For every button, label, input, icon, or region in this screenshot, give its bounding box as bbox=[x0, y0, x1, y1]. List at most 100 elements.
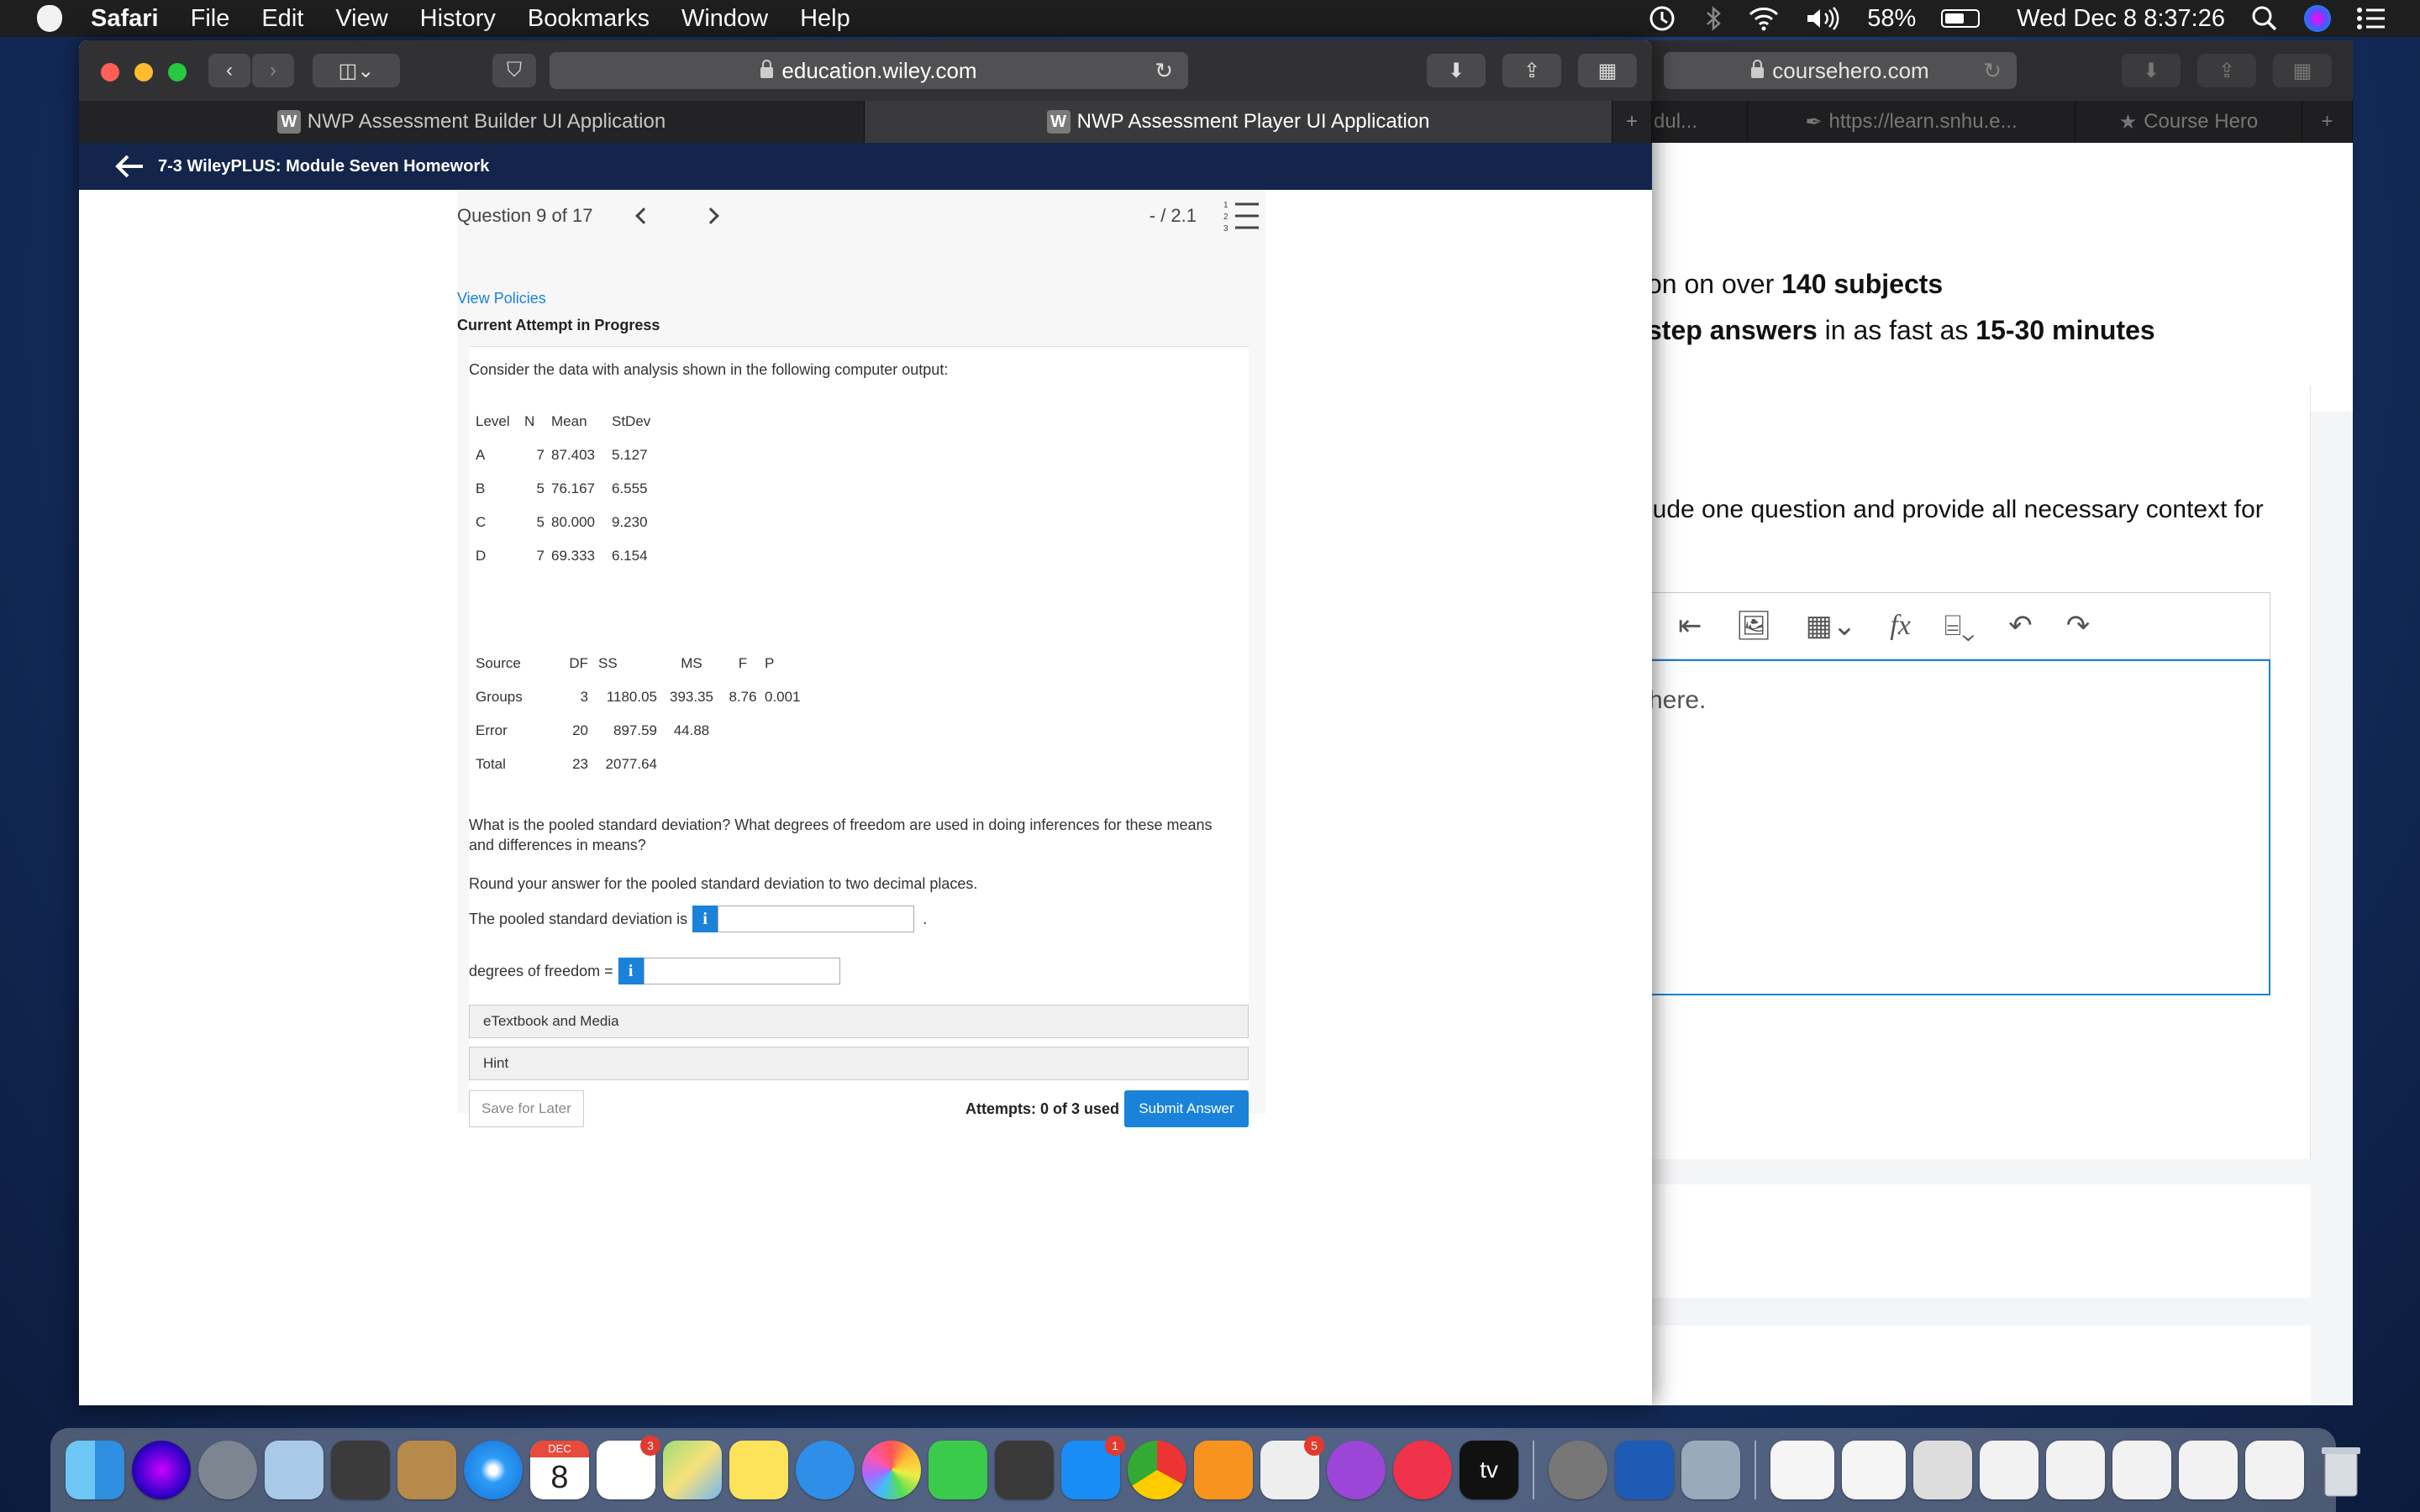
coursehero-url-bar[interactable]: coursehero.com ↻ bbox=[1664, 52, 2017, 89]
siri-icon[interactable] bbox=[2304, 5, 2331, 32]
books-icon[interactable] bbox=[1194, 1441, 1253, 1499]
zoom-window-button[interactable] bbox=[168, 63, 187, 81]
menu-window[interactable]: Window bbox=[681, 5, 768, 33]
news-icon[interactable] bbox=[1393, 1441, 1452, 1499]
time-machine-icon[interactable] bbox=[1645, 4, 1679, 33]
question-editor[interactable]: here. bbox=[1647, 659, 2270, 995]
menu-bookmarks[interactable]: Bookmarks bbox=[528, 5, 650, 33]
cell bbox=[662, 748, 721, 781]
menu-app-name[interactable]: Safari bbox=[91, 5, 159, 33]
reload-icon[interactable]: ↻ bbox=[1983, 58, 2002, 84]
podcasts-icon[interactable] bbox=[1327, 1441, 1386, 1499]
siri-icon[interactable] bbox=[132, 1441, 191, 1499]
redo-icon[interactable]: ↷ bbox=[2066, 609, 2091, 643]
share-button[interactable]: ⇪ bbox=[2197, 54, 2256, 87]
new-tab-button[interactable]: + bbox=[1612, 101, 1652, 143]
minimized-window-8[interactable] bbox=[2245, 1441, 2304, 1499]
arrow-left-icon[interactable] bbox=[113, 153, 146, 180]
app-store-icon[interactable]: 1 bbox=[1061, 1436, 1125, 1499]
tab-overview-button[interactable]: ▦ bbox=[2273, 54, 2332, 87]
question-list-icon[interactable]: 1 2 3 bbox=[1223, 199, 1260, 233]
safari-icon[interactable] bbox=[464, 1441, 523, 1499]
chrome-icon[interactable] bbox=[1128, 1441, 1186, 1499]
notes-icon[interactable] bbox=[729, 1441, 788, 1499]
minimized-window-6[interactable] bbox=[2112, 1441, 2171, 1499]
messages-icon[interactable] bbox=[796, 1441, 855, 1499]
save-for-later-button[interactable]: Save for Later bbox=[469, 1090, 584, 1127]
share-button[interactable]: ⇪ bbox=[1502, 54, 1561, 87]
back-button[interactable]: ‹ bbox=[208, 54, 250, 87]
apple-tv-icon[interactable]: tv bbox=[1460, 1441, 1518, 1499]
forward-button[interactable]: › bbox=[252, 54, 294, 87]
formula-icon[interactable]: fx bbox=[1890, 610, 1911, 642]
clock[interactable]: Wed Dec 8 8:37:26 bbox=[2017, 5, 2225, 33]
reminders-icon[interactable]: 3 bbox=[597, 1436, 660, 1499]
apple-menu-icon[interactable] bbox=[37, 5, 62, 32]
bluetooth-icon[interactable] bbox=[1704, 4, 1723, 33]
minimized-window-3[interactable] bbox=[1913, 1441, 1972, 1499]
previous-question-button[interactable] bbox=[633, 200, 655, 232]
menu-help[interactable]: Help bbox=[800, 5, 850, 33]
system-preferences-icon[interactable] bbox=[1549, 1441, 1607, 1499]
trash-icon[interactable] bbox=[2312, 1441, 2370, 1499]
tab-course-hero[interactable]: ★ Course Hero bbox=[2075, 101, 2302, 143]
close-window-button[interactable] bbox=[101, 63, 119, 81]
degrees-freedom-input[interactable] bbox=[643, 958, 840, 984]
hint-section[interactable]: Hint bbox=[469, 1047, 1249, 1080]
minimized-window-2[interactable] bbox=[1842, 1441, 1906, 1499]
preview-icon[interactable] bbox=[1681, 1441, 1740, 1499]
tab-snhu[interactable]: ✒ https://learn.snhu.e... bbox=[1748, 101, 2075, 143]
sidebar-toggle-button[interactable]: ◫⌄ bbox=[313, 54, 400, 87]
menu-view[interactable]: View bbox=[335, 5, 387, 33]
pooled-sd-input[interactable] bbox=[718, 906, 915, 932]
info-button[interactable]: i bbox=[618, 958, 644, 984]
maps-icon[interactable] bbox=[663, 1441, 722, 1499]
photo-booth-2-icon[interactable] bbox=[995, 1441, 1054, 1499]
contacts-icon[interactable] bbox=[397, 1441, 456, 1499]
next-question-button[interactable] bbox=[700, 200, 722, 232]
spotlight-search-icon[interactable] bbox=[2250, 4, 2279, 33]
tab-assessment-builder[interactable]: W NWP Assessment Builder UI Application bbox=[79, 101, 865, 143]
submit-answer-button[interactable]: Submit Answer bbox=[1124, 1090, 1249, 1127]
menu-history[interactable]: History bbox=[420, 5, 496, 33]
downloads-button[interactable]: ⬇ bbox=[2122, 54, 2181, 87]
wifi-icon[interactable] bbox=[1748, 6, 1780, 31]
minimize-window-button[interactable] bbox=[134, 63, 153, 81]
table-icon[interactable]: ▦⌄ bbox=[1806, 609, 1857, 643]
microsoft-app-icon[interactable]: 5 bbox=[1260, 1436, 1324, 1499]
wiley-nav-bar: 7-3 WileyPLUS: Module Seven Homework bbox=[79, 143, 1652, 190]
tab-overview-button[interactable]: ▦ bbox=[1578, 54, 1637, 87]
photos-icon[interactable] bbox=[862, 1441, 921, 1499]
wiley-url-bar[interactable]: education.wiley.com ↻ bbox=[550, 52, 1188, 89]
reload-icon[interactable]: ↻ bbox=[1155, 58, 1173, 84]
view-policies-link[interactable]: View Policies bbox=[457, 290, 546, 307]
launchpad-icon[interactable] bbox=[198, 1441, 257, 1499]
cell: 3 bbox=[580, 689, 588, 705]
outdent-icon[interactable]: ⇤ bbox=[1678, 609, 1702, 643]
undo-icon[interactable]: ↶ bbox=[2008, 609, 2033, 643]
minimized-window-5[interactable] bbox=[2046, 1441, 2105, 1499]
calendar-icon[interactable]: DEC 8 bbox=[530, 1441, 589, 1499]
mail-stamp-icon[interactable] bbox=[265, 1441, 324, 1499]
downloads-button[interactable]: ⬇ bbox=[1427, 54, 1486, 87]
new-tab-button[interactable]: + bbox=[2302, 101, 2353, 143]
etextbook-media-section[interactable]: eTextbook and Media bbox=[469, 1005, 1249, 1038]
menu-edit[interactable]: Edit bbox=[261, 5, 303, 33]
notification-center-icon[interactable] bbox=[2356, 6, 2386, 31]
tab-assessment-player[interactable]: W NWP Assessment Player UI Application bbox=[865, 101, 1612, 143]
minimized-window-7[interactable] bbox=[2179, 1441, 2238, 1499]
photo-booth-icon[interactable] bbox=[331, 1441, 390, 1499]
finder-icon[interactable] bbox=[66, 1441, 124, 1499]
image-icon[interactable]: 🖼 bbox=[1736, 609, 1772, 643]
privacy-report-button[interactable]: ⛉ bbox=[492, 54, 536, 87]
battery-icon[interactable] bbox=[1941, 9, 1981, 28]
tab-dul[interactable]: dul... bbox=[1647, 101, 1748, 143]
code-snippet-icon[interactable]: ⌸⌄ bbox=[1944, 610, 1975, 643]
menu-file[interactable]: File bbox=[191, 5, 230, 33]
minimized-window-1[interactable] bbox=[1770, 1441, 1834, 1499]
word-icon[interactable] bbox=[1615, 1441, 1674, 1499]
info-button[interactable]: i bbox=[692, 906, 718, 932]
volume-icon[interactable] bbox=[1805, 6, 1842, 31]
facetime-icon[interactable] bbox=[929, 1441, 987, 1499]
minimized-window-4[interactable] bbox=[1980, 1441, 2039, 1499]
